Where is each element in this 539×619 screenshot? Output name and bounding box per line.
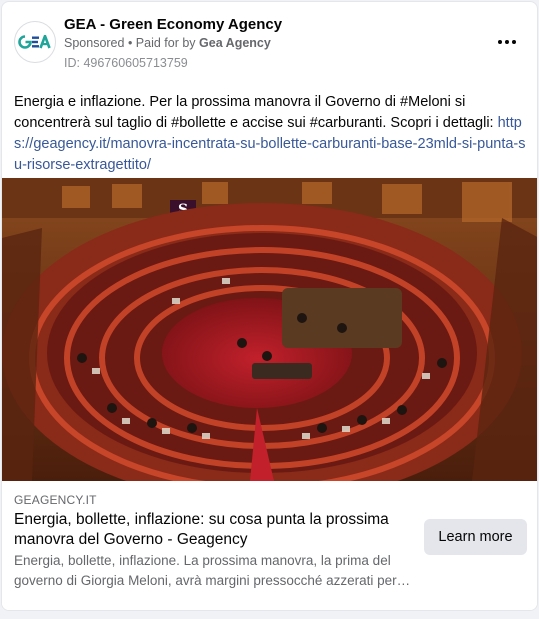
- meta-separator: •: [124, 36, 136, 50]
- page-name[interactable]: GEA - Green Economy Agency: [64, 16, 282, 33]
- sponsored-label[interactable]: Sponsored: [64, 36, 124, 50]
- learn-more-button[interactable]: Learn more: [424, 519, 527, 555]
- page-avatar[interactable]: [14, 21, 56, 63]
- link-headline[interactable]: Energia, bollette, inflazione: su cosa p…: [14, 510, 409, 550]
- link-preview[interactable]: GEAGENCY.IT Energia, bollette, inflazion…: [2, 481, 537, 610]
- more-horizontal-icon: [498, 40, 502, 44]
- senate-chamber-image: S: [2, 178, 537, 481]
- post-image[interactable]: S: [2, 178, 537, 481]
- ad-id: ID: 496760605713759: [64, 56, 188, 70]
- paid-for-prefix: Paid for by: [135, 36, 200, 50]
- post-body: Energia e inflazione. Per la prossima ma…: [14, 92, 528, 176]
- link-domain: GEAGENCY.IT: [14, 493, 97, 507]
- paid-for-name[interactable]: Gea Agency: [199, 36, 271, 50]
- sponsored-post-card: GEA - Green Economy Agency Sponsored • P…: [1, 1, 538, 611]
- post-body-text: Energia e inflazione. Per la prossima ma…: [14, 94, 494, 131]
- post-header: GEA - Green Economy Agency Sponsored • P…: [14, 14, 525, 70]
- gea-logo-icon: [18, 35, 51, 49]
- sponsored-meta: Sponsored • Paid for by Gea Agency: [64, 36, 271, 50]
- more-options-button[interactable]: [493, 32, 521, 52]
- link-description: Energia, bollette, inflazione. La prossi…: [14, 553, 411, 588]
